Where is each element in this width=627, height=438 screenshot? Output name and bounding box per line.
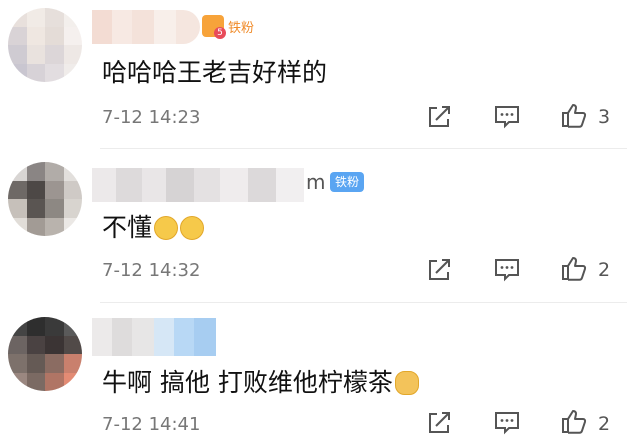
crown-level-icon: [202, 15, 226, 39]
like-count: 3: [598, 106, 611, 128]
astonished-emoji: [154, 216, 179, 240]
comment-time: 7-12 14:23: [102, 107, 201, 128]
avatar[interactable]: [8, 8, 82, 82]
thumbs-up-icon[interactable]: [560, 254, 588, 282]
comment-text: 牛啊 搞他 打败维他柠檬茶: [102, 363, 419, 399]
comment-time: 7-12 14:32: [102, 260, 201, 281]
username-blurred[interactable]: [92, 10, 200, 44]
username-blurred[interactable]: [92, 168, 304, 202]
comment-icon[interactable]: [493, 409, 521, 437]
divider: [100, 302, 627, 303]
comment-text: 不懂: [102, 208, 205, 244]
doge-emoji: [394, 371, 419, 395]
like-count: 2: [598, 259, 611, 281]
share-icon[interactable]: [425, 256, 453, 284]
avatar[interactable]: [8, 317, 82, 391]
divider: [100, 148, 627, 149]
share-icon[interactable]: [425, 103, 453, 131]
share-icon[interactable]: [425, 409, 453, 437]
username-tail: m: [306, 170, 326, 194]
comment-item: 牛啊 搞他 打败维他柠檬茶 7-12 14:41 2: [0, 305, 627, 438]
fan-badge: 铁粉: [330, 172, 365, 192]
thumbs-up-icon[interactable]: [560, 101, 588, 129]
comment-icon[interactable]: [493, 256, 521, 284]
astonished-emoji: [180, 216, 205, 240]
comment-text-body: 不懂: [102, 213, 153, 242]
like-count: 2: [598, 413, 611, 435]
comment-item: 铁粉 哈哈哈王老吉好样的 7-12 14:23 3: [0, 0, 627, 145]
comment-icon[interactable]: [493, 103, 521, 131]
username-blurred[interactable]: [92, 318, 216, 356]
comment-text-body: 牛啊 搞他 打败维他柠檬茶: [102, 368, 393, 397]
thumbs-up-icon[interactable]: [560, 407, 588, 435]
comment-time: 7-12 14:41: [102, 414, 201, 435]
avatar[interactable]: [8, 162, 82, 236]
fan-badge: 铁粉: [228, 21, 255, 36]
comment-item: m 铁粉 不懂 7-12 14:32 2: [0, 150, 627, 300]
comment-text: 哈哈哈王老吉好样的: [102, 58, 328, 87]
